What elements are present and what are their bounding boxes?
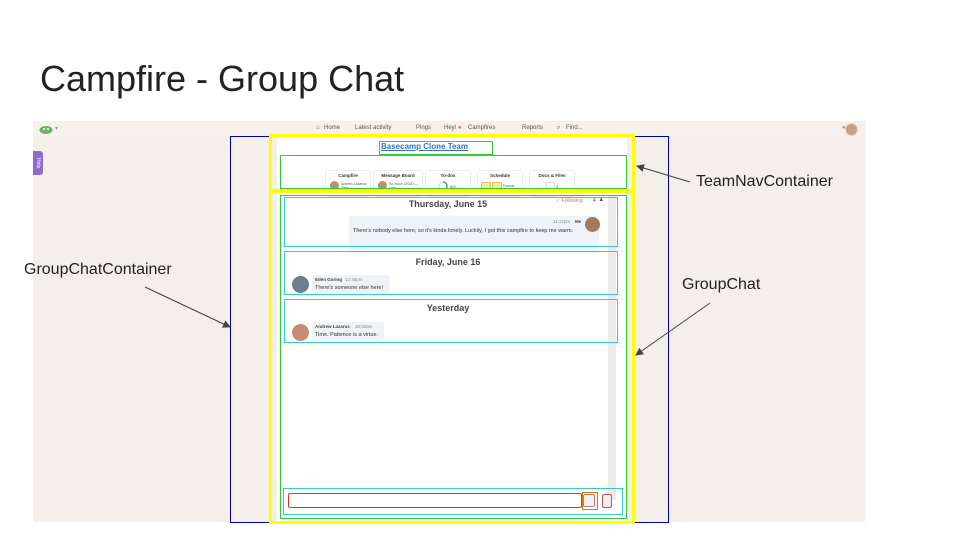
annotation-arrows bbox=[144, 164, 711, 356]
arrow-team-nav bbox=[636, 164, 691, 183]
arrow-group-chat bbox=[635, 302, 711, 356]
arrow-group-chat-container bbox=[144, 286, 231, 328]
